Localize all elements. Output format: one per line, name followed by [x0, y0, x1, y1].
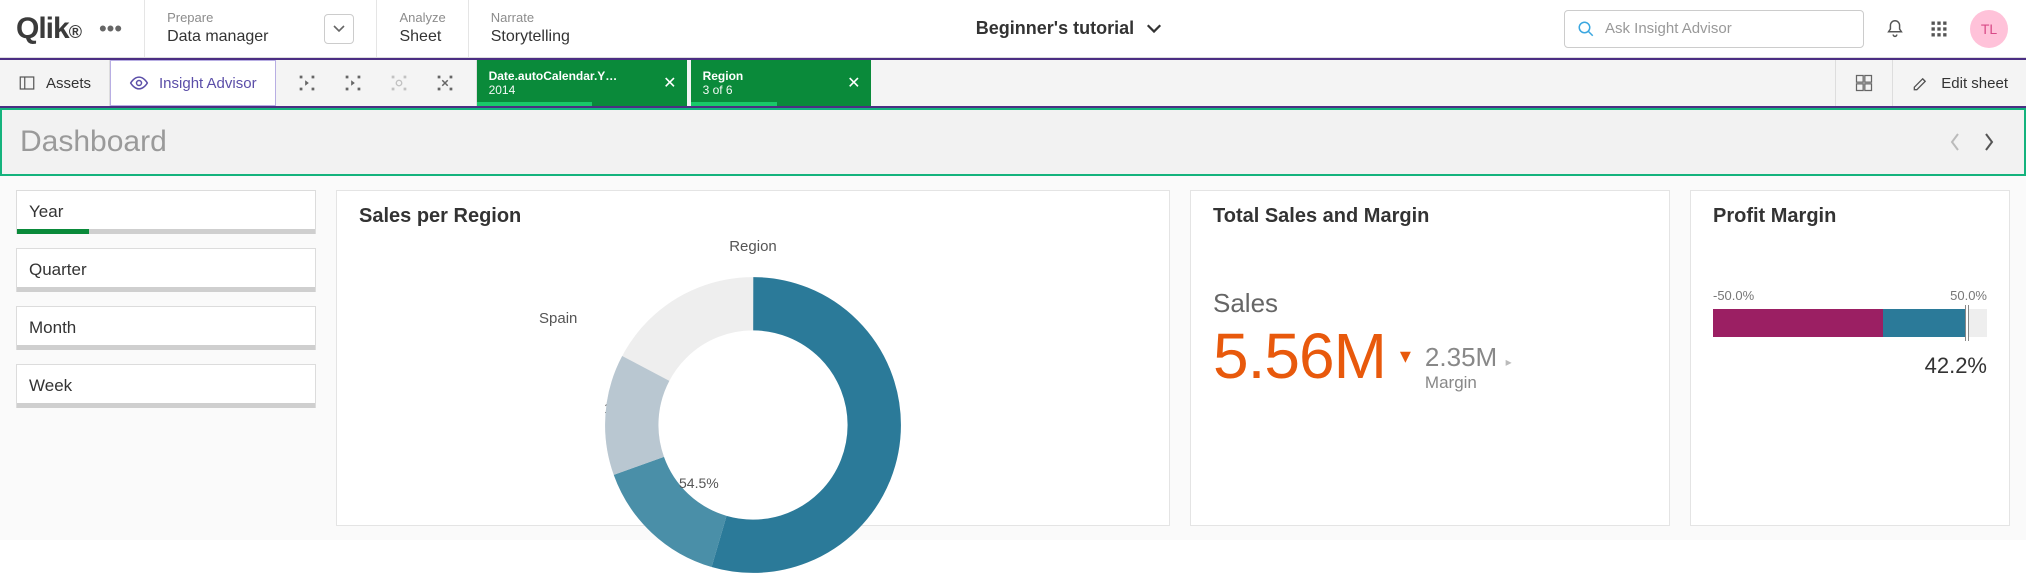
- close-icon[interactable]: ✕: [663, 73, 676, 93]
- card-sales-per-region[interactable]: Sales per Region Region Spain 13.2% 54.5…: [336, 190, 1170, 526]
- search-placeholder: Ask Insight Advisor: [1605, 20, 1732, 37]
- kpi-label: Sales: [1213, 288, 1647, 319]
- clear-one-selection-icon: [388, 72, 410, 94]
- kpi-value: 5.56M: [1213, 319, 1386, 393]
- nav-narrate[interactable]: Narrate Storytelling: [468, 0, 592, 57]
- prev-sheet-button[interactable]: [1938, 125, 1972, 159]
- sheet-grid-button[interactable]: [1835, 60, 1892, 106]
- sheet-title-bar: Dashboard: [2, 110, 2024, 174]
- card-total-sales-margin[interactable]: Total Sales and Margin Sales 5.56M ▾ 2.3…: [1190, 190, 1670, 526]
- pencil-icon: [1911, 73, 1931, 93]
- kpi-sub-value: 2.35M: [1425, 342, 1497, 372]
- slice-label-spain: Spain: [539, 310, 577, 327]
- prepare-dropdown[interactable]: [324, 14, 354, 44]
- step-back-icon[interactable]: [296, 72, 318, 94]
- next-sheet-button[interactable]: [1972, 125, 2006, 159]
- sheet-title: Dashboard: [20, 125, 167, 159]
- logo-area: Qlik® •••: [0, 0, 144, 57]
- filter-year[interactable]: Year: [16, 190, 316, 234]
- nav-prepare-small: Prepare: [167, 10, 268, 26]
- card-title: Sales per Region: [359, 205, 1147, 228]
- topbar-right: Ask Insight Advisor TL: [1546, 0, 2026, 57]
- nav-analyze[interactable]: Analyze Sheet: [376, 0, 467, 57]
- app-title-dropdown[interactable]: Beginner's tutorial: [592, 0, 1546, 57]
- insight-advisor-button[interactable]: Insight Advisor: [110, 60, 276, 106]
- gauge-max: 50.0%: [1950, 288, 1987, 303]
- nav-analyze-small: Analyze: [399, 10, 445, 26]
- trend-down-icon: ▾: [1400, 343, 1411, 369]
- sheet-grid-icon: [1854, 73, 1874, 93]
- insight-search[interactable]: Ask Insight Advisor: [1564, 10, 1864, 48]
- gauge-bar: [1713, 309, 1987, 337]
- chevron-right-icon: [1983, 132, 1995, 152]
- brand-logo: Qlik®: [16, 12, 81, 46]
- step-forward-icon[interactable]: [342, 72, 364, 94]
- toolbar-highlight: Assets Insight Advisor Date.autoCalendar…: [0, 58, 2026, 108]
- nav-narrate-big: Storytelling: [491, 27, 570, 47]
- filter-pane: Year Quarter Month Week: [16, 190, 316, 526]
- selection-chip-region[interactable]: Region 3 of 6 ✕: [691, 60, 871, 106]
- top-nav: Qlik® ••• Prepare Data manager Analyze S…: [0, 0, 2026, 58]
- apps-grid-button[interactable]: [1926, 16, 1952, 42]
- dashboard-title-highlight: Dashboard: [0, 108, 2026, 176]
- grid-icon: [1929, 19, 1949, 39]
- gauge-min: -50.0%: [1713, 288, 1754, 303]
- bell-icon: [1884, 18, 1906, 40]
- assets-button[interactable]: Assets: [0, 60, 110, 106]
- selection-tools: [276, 60, 477, 106]
- donut-svg: [593, 265, 913, 585]
- insight-eye-icon: [129, 73, 149, 93]
- nav-prepare-big: Data manager: [167, 27, 268, 47]
- kpi-sub-label: Margin: [1425, 373, 1477, 392]
- assets-panel-icon: [18, 74, 36, 92]
- edit-sheet-button[interactable]: Edit sheet: [1892, 60, 2026, 106]
- app-menu-button[interactable]: •••: [93, 16, 128, 42]
- chevron-down-icon: [1146, 24, 1162, 34]
- filter-week[interactable]: Week: [16, 364, 316, 408]
- search-icon: [1577, 20, 1595, 38]
- chevron-down-icon: [333, 25, 345, 33]
- clear-all-selections-icon[interactable]: [434, 72, 456, 94]
- card-title: Total Sales and Margin: [1213, 205, 1647, 228]
- slice-pct-main: 54.5%: [679, 475, 719, 491]
- nav-prepare[interactable]: Prepare Data manager: [144, 0, 376, 57]
- selection-chip-year[interactable]: Date.autoCalendar.Y… 2014 ✕: [477, 60, 687, 106]
- filter-quarter[interactable]: Quarter: [16, 248, 316, 292]
- nav-narrate-small: Narrate: [491, 10, 570, 26]
- chart-dimension-label: Region: [359, 238, 1147, 255]
- card-profit-margin[interactable]: Profit Margin -50.0% 50.0% 42.2%: [1690, 190, 2010, 526]
- app-title: Beginner's tutorial: [976, 18, 1134, 39]
- nav-analyze-big: Sheet: [399, 27, 445, 47]
- gauge-value: 42.2%: [1713, 353, 1987, 379]
- toolbar: Assets Insight Advisor Date.autoCalendar…: [0, 60, 2026, 106]
- sheet-body: Year Quarter Month Week Sales per Region…: [0, 176, 2026, 540]
- trend-indicator-icon: ▸: [1506, 355, 1512, 369]
- filter-month[interactable]: Month: [16, 306, 316, 350]
- user-avatar[interactable]: TL: [1970, 10, 2008, 48]
- card-title: Profit Margin: [1713, 205, 1987, 228]
- close-icon[interactable]: ✕: [847, 73, 860, 93]
- chevron-left-icon: [1949, 132, 1961, 152]
- donut-chart: Spain 13.2% 54.5%: [359, 265, 1147, 525]
- notifications-button[interactable]: [1882, 16, 1908, 42]
